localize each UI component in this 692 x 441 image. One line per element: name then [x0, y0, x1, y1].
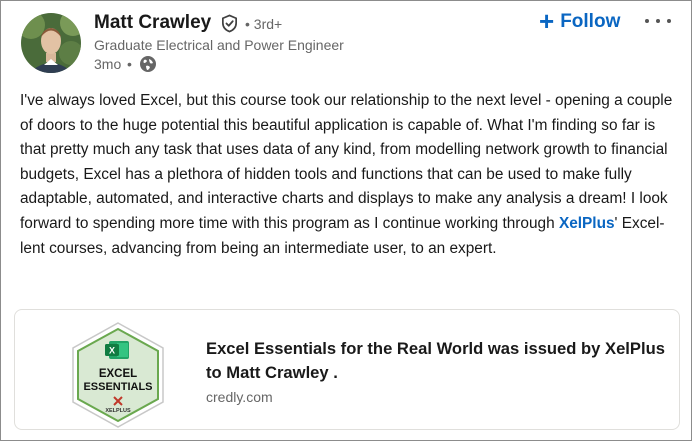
credential-source: credly.com [206, 389, 273, 405]
post-body: I've always loved Excel, but this course… [20, 89, 678, 261]
globe-icon [140, 56, 156, 72]
post-card: Matt Crawley • 3rd+ Graduate Electrical … [0, 0, 692, 441]
post-timestamp: 3mo [94, 56, 122, 72]
shared-credential-card[interactable]: X EXCEL ESSENTIALS XELPLUS Excel Essenti… [14, 309, 680, 430]
author-name[interactable]: Matt Crawley [94, 12, 211, 34]
post-text-part1: I've always loved Excel, but this course… [20, 92, 673, 232]
author-avatar[interactable] [21, 13, 81, 73]
timestamp-separator: • [127, 56, 132, 72]
badge-line1: EXCEL [99, 368, 137, 380]
excel-essentials-badge: X EXCEL ESSENTIALS XELPLUS [72, 322, 164, 428]
connection-degree: • 3rd+ [245, 16, 283, 32]
more-dot [645, 19, 649, 23]
more-dot [667, 19, 671, 23]
mention-xelplus[interactable]: XelPlus [559, 215, 615, 232]
follow-button[interactable]: + Follow [539, 7, 620, 37]
plus-icon: + [539, 5, 555, 36]
badge-brand: XELPLUS [105, 408, 131, 414]
more-dot [656, 19, 660, 23]
verified-shield-icon [221, 14, 238, 33]
badge-line2: ESSENTIALS [83, 381, 152, 393]
svg-text:X: X [109, 346, 115, 356]
credential-title[interactable]: Excel Essentials for the Real World was … [206, 337, 666, 385]
author-headline[interactable]: Graduate Electrical and Power Engineer [94, 37, 344, 53]
follow-label: Follow [560, 11, 621, 32]
more-options-button[interactable] [645, 11, 671, 31]
